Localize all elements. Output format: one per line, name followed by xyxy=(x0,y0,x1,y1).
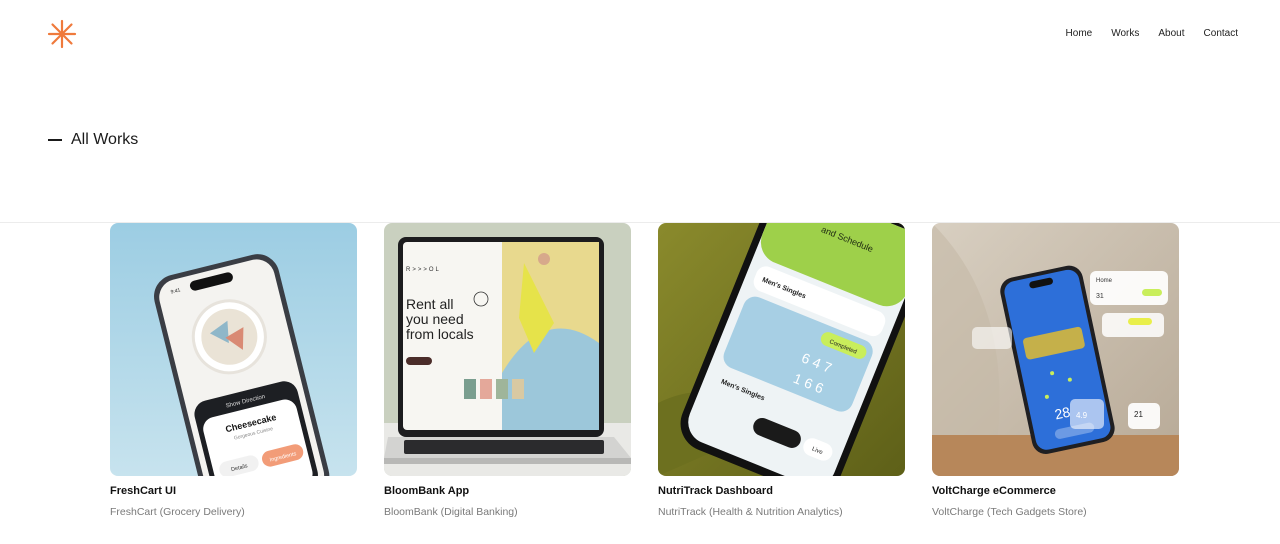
work-title[interactable]: NutriTrack Dashboard xyxy=(658,485,905,497)
work-subtitle: BloomBank (Digital Banking) xyxy=(384,506,518,518)
heading-dash xyxy=(48,139,62,141)
nav-about-link[interactable]: About xyxy=(1158,28,1184,39)
mock-stat-1: 4.9 xyxy=(1076,411,1088,420)
work-thumbnail-voltcharge[interactable]: 28 Home 31 21 4.9 xyxy=(932,223,1179,476)
mock-headline-1: Rent all xyxy=(406,296,453,312)
work-subtitle: FreshCart (Grocery Delivery) xyxy=(110,506,245,518)
freshcart-phone-mockup: Show Direction Cheesecake Gorgeous Cuisi… xyxy=(110,223,357,476)
work-subtitle: NutriTrack (Health & Nutrition Analytics… xyxy=(658,506,843,518)
work-thumbnail-bloombank[interactable]: R>>>OL Rent all you need from locals xyxy=(384,223,631,476)
mock-widget-title: Home xyxy=(1096,278,1113,284)
bloombank-laptop-mockup: R>>>OL Rent all you need from locals xyxy=(384,223,631,476)
voltcharge-phone-mockup: 28 Home 31 21 4.9 xyxy=(932,223,1179,476)
section-title: All Works xyxy=(71,131,139,148)
work-thumbnail-freshcart[interactable]: Show Direction Cheesecake Gorgeous Cuisi… xyxy=(110,223,357,476)
nav-home-link[interactable]: Home xyxy=(1066,28,1093,39)
mock-temp-2: 21 xyxy=(1134,410,1143,419)
work-card-nutritrack[interactable]: and Schedule Men's Singles Completed 6 4… xyxy=(658,223,905,518)
main-nav: Home Works About Contact xyxy=(1066,28,1238,39)
work-title[interactable]: BloomBank App xyxy=(384,485,631,497)
mock-headline-2: you need xyxy=(406,311,464,327)
section-heading: All Works xyxy=(48,131,138,149)
work-card-bloombank[interactable]: R>>>OL Rent all you need from locals Blo… xyxy=(384,223,631,518)
mock-brand: R>>>OL xyxy=(406,267,441,273)
nav-works-link[interactable]: Works xyxy=(1111,28,1139,39)
work-card-freshcart[interactable]: Show Direction Cheesecake Gorgeous Cuisi… xyxy=(110,223,357,518)
work-thumbnail-nutritrack[interactable]: and Schedule Men's Singles Completed 6 4… xyxy=(658,223,905,476)
works-grid: Show Direction Cheesecake Gorgeous Cuisi… xyxy=(110,223,1179,518)
work-card-voltcharge[interactable]: 28 Home 31 21 4.9 VoltCharge eCommerce V… xyxy=(932,223,1179,518)
asterisk-logo-icon[interactable] xyxy=(47,19,77,49)
work-subtitle: VoltCharge (Tech Gadgets Store) xyxy=(932,506,1087,518)
nutritrack-phone-mockup: and Schedule Men's Singles Completed 6 4… xyxy=(658,223,905,476)
nav-contact-link[interactable]: Contact xyxy=(1204,28,1238,39)
mock-stat-2: 31 xyxy=(1096,293,1104,300)
work-title[interactable]: FreshCart UI xyxy=(110,485,357,497)
work-title[interactable]: VoltCharge eCommerce xyxy=(932,485,1179,497)
mock-headline-3: from locals xyxy=(406,326,474,342)
